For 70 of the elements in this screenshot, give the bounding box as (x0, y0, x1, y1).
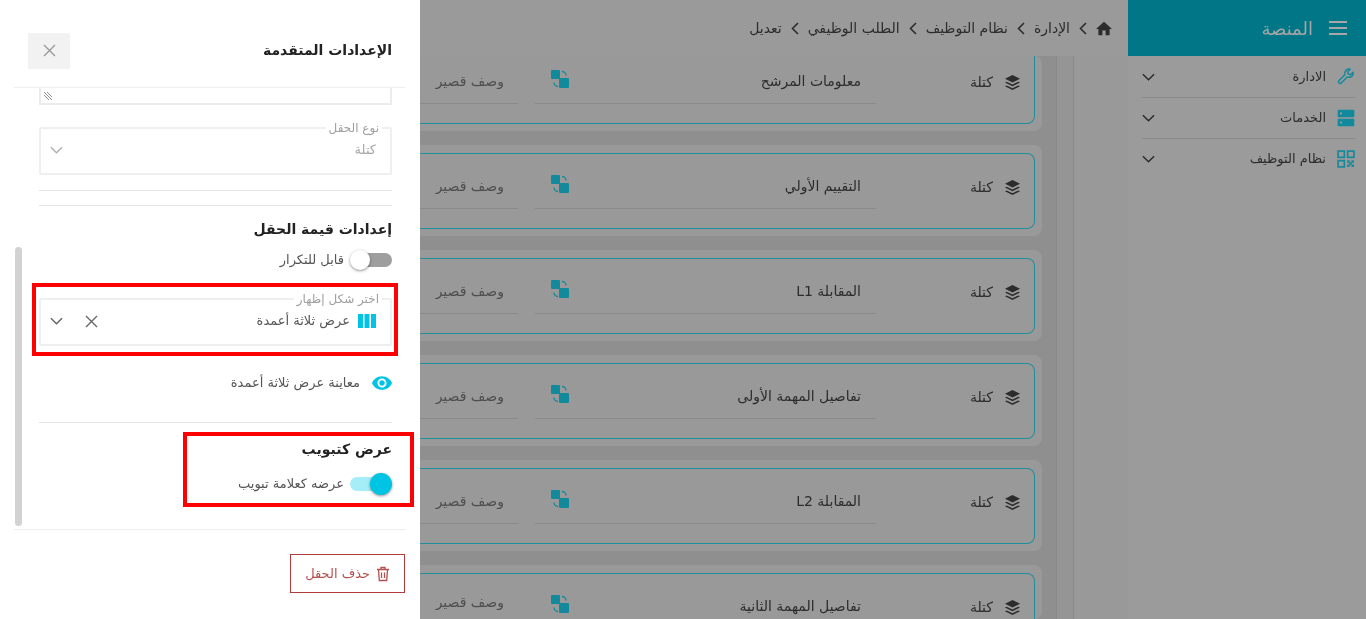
title-field[interactable]: معلومات المرشح (535, 59, 876, 104)
block-type: كتلة (969, 493, 993, 512)
textarea-field[interactable] (39, 88, 392, 105)
field-type-select: نوع الحقل كتلة (39, 120, 392, 175)
layers-icon (1005, 284, 1020, 300)
home-icon[interactable] (1096, 20, 1112, 36)
title-field[interactable]: التقييم الأولي (535, 164, 876, 209)
sidebar-item[interactable]: الخدمات (1142, 97, 1356, 138)
chevron-left-icon (790, 21, 799, 35)
layers-icon (1005, 389, 1020, 405)
panel-title: الإعدادات المتقدمة (262, 41, 392, 60)
server-icon (1336, 108, 1356, 128)
qr-code-icon (1336, 149, 1356, 169)
title-input[interactable]: المقابلة L1 (577, 279, 861, 303)
close-icon (42, 44, 56, 57)
close-button[interactable] (28, 32, 70, 69)
delete-button[interactable]: حذف الحقل (290, 554, 405, 593)
title-input[interactable]: تفاصيل المهمة الثانية (577, 594, 861, 618)
toggle-label: عرضه كعلامة تبويب (238, 475, 344, 494)
translate-icon[interactable] (551, 280, 569, 298)
breadcrumb-current: تعديل (749, 18, 782, 38)
block-type: كتلة (969, 73, 993, 92)
sidebar-item[interactable]: نظام التوظيف (1142, 138, 1356, 179)
clear-icon[interactable] (85, 314, 98, 328)
breadcrumb-link[interactable]: الإدارة (1033, 17, 1070, 39)
translate-icon[interactable] (551, 385, 569, 403)
breadcrumb-link[interactable]: نظام التوظيف (925, 17, 1008, 39)
columns-icon (358, 314, 376, 328)
chevron-left-icon (1016, 21, 1025, 35)
title-field[interactable]: المقابلة L1 (535, 269, 876, 314)
block-type: كتلة (969, 283, 993, 302)
translate-icon[interactable] (551, 595, 569, 613)
chevron-left-icon (1079, 21, 1087, 35)
trash-icon (376, 565, 390, 582)
eye-icon (372, 376, 392, 390)
translate-icon[interactable] (551, 490, 569, 508)
preview-link[interactable]: معاينة عرض ثلاثة أعمدة (230, 372, 392, 394)
menu-icon[interactable] (1329, 21, 1347, 35)
layers-icon (1005, 599, 1020, 615)
title-field[interactable]: تفاصيل المهمة الأولى (535, 374, 876, 419)
title-input[interactable]: التقييم الأولي (577, 174, 861, 198)
block-type: كتلة (969, 178, 993, 197)
title-input[interactable]: معلومات المرشح (577, 69, 861, 93)
layers-icon (1005, 74, 1020, 90)
title-input[interactable]: المقابلة L2 (577, 489, 861, 513)
sidebar-item[interactable]: الادارة (1142, 56, 1356, 97)
section-heading: إعدادات قيمة الحقل (252, 220, 392, 239)
wrench-icon (1336, 66, 1356, 87)
chevron-left-icon (908, 21, 917, 35)
display-select[interactable]: اختر شكل إظهار عرض ثلاثة أعمدة (39, 291, 392, 346)
translate-icon[interactable] (551, 175, 569, 193)
toggle-switch[interactable] (350, 249, 392, 271)
layers-icon (1005, 179, 1020, 195)
block-type: كتلة (969, 598, 993, 617)
chevron-down-icon (50, 317, 63, 325)
title-field[interactable]: المقابلة L2 (535, 479, 876, 524)
scrollbar-thumb[interactable] (15, 247, 22, 526)
section-heading: عرض كتبويب (300, 440, 392, 459)
breadcrumb-link[interactable]: الطلب الوظيفي (807, 17, 900, 39)
sidebar-title: المنصة (1261, 16, 1313, 41)
title-input[interactable]: تفاصيل المهمة الأولى (577, 384, 861, 408)
title-field[interactable]: تفاصيل المهمة الثانية (535, 584, 876, 619)
layers-icon (1005, 494, 1020, 510)
translate-icon[interactable] (551, 70, 569, 88)
toggle-label: قابل للتكرار (279, 251, 344, 270)
toggle-switch[interactable] (350, 473, 392, 495)
description-field[interactable]: وصف قصير (420, 584, 518, 619)
block-type: كتلة (969, 388, 993, 407)
chevron-down-icon (50, 146, 63, 154)
resize-grip-icon[interactable] (44, 92, 52, 100)
